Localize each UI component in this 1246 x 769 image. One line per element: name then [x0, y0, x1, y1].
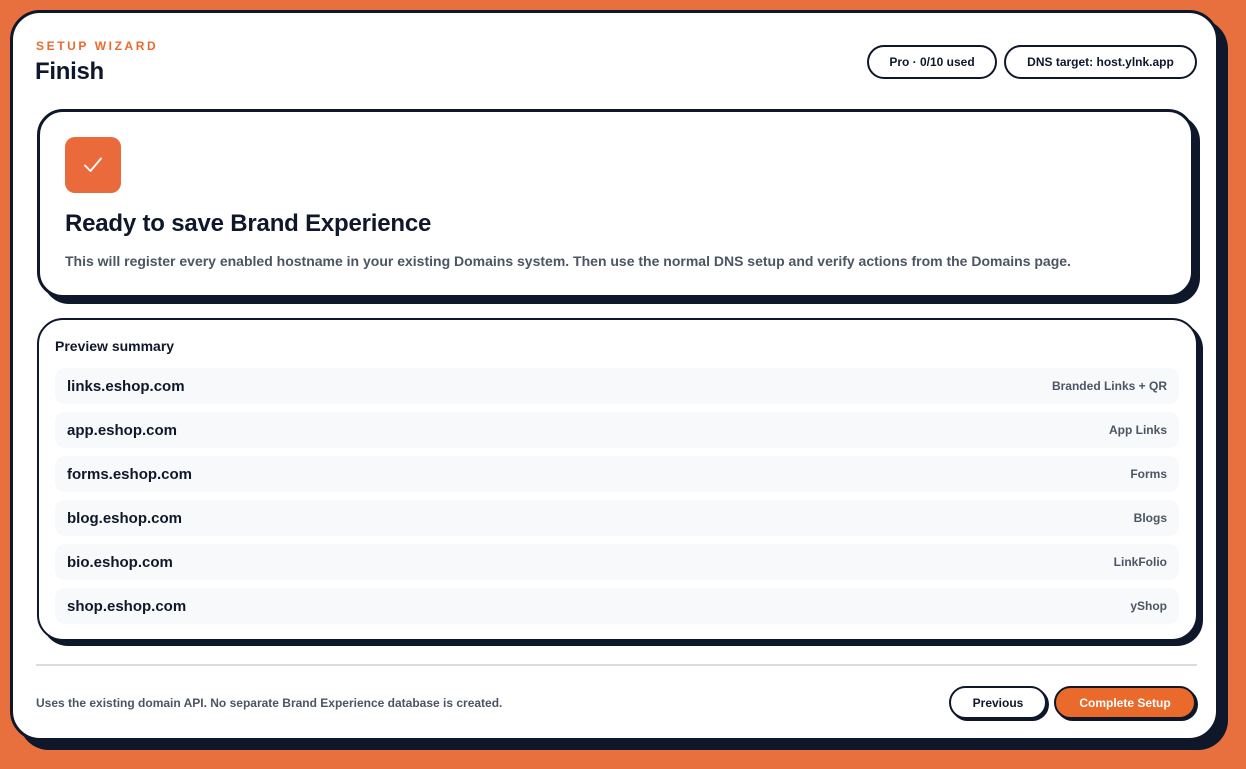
page-title: Finish	[35, 58, 104, 85]
plan-usage-badge: Pro · 0/10 used	[867, 45, 997, 79]
list-item: shop.eshop.com yShop	[55, 588, 1179, 624]
ready-description: This will register every enabled hostnam…	[65, 253, 1071, 269]
list-item: app.eshop.com App Links	[55, 412, 1179, 448]
product-label: Blogs	[1133, 511, 1167, 525]
footer-divider	[36, 664, 1197, 666]
product-label: LinkFolio	[1113, 555, 1167, 569]
hostname: blog.eshop.com	[67, 509, 183, 527]
wizard-eyebrow: SETUP WIZARD	[36, 39, 159, 53]
hostname-list: links.eshop.com Branded Links + QR app.e…	[55, 368, 1179, 632]
product-label: Branded Links + QR	[1051, 379, 1167, 393]
hostname: bio.eshop.com	[67, 553, 173, 571]
ready-title: Ready to save Brand Experience	[65, 210, 432, 237]
preview-summary-title: Preview summary	[55, 338, 175, 354]
check-icon	[65, 137, 121, 193]
hostname: links.eshop.com	[67, 377, 185, 395]
list-item: forms.eshop.com Forms	[55, 456, 1179, 492]
previous-button[interactable]: Previous	[949, 686, 1047, 719]
wizard-window: SETUP WIZARD Finish Pro · 0/10 used DNS …	[10, 10, 1219, 741]
hostname: forms.eshop.com	[67, 465, 193, 483]
list-item: links.eshop.com Branded Links + QR	[55, 368, 1179, 404]
product-label: App Links	[1108, 423, 1167, 437]
list-item: blog.eshop.com Blogs	[55, 500, 1179, 536]
preview-summary-card: Preview summary links.eshop.com Branded …	[37, 318, 1198, 641]
ready-card: Ready to save Brand Experience This will…	[37, 109, 1194, 298]
list-item: bio.eshop.com LinkFolio	[55, 544, 1179, 580]
product-label: Forms	[1130, 467, 1167, 481]
hostname: app.eshop.com	[67, 421, 178, 439]
footer-note: Uses the existing domain API. No separat…	[36, 696, 503, 710]
product-label: yShop	[1130, 599, 1167, 613]
complete-setup-button[interactable]: Complete Setup	[1054, 686, 1196, 719]
dns-target-badge: DNS target: host.ylnk.app	[1004, 45, 1197, 79]
hostname: shop.eshop.com	[67, 597, 187, 615]
